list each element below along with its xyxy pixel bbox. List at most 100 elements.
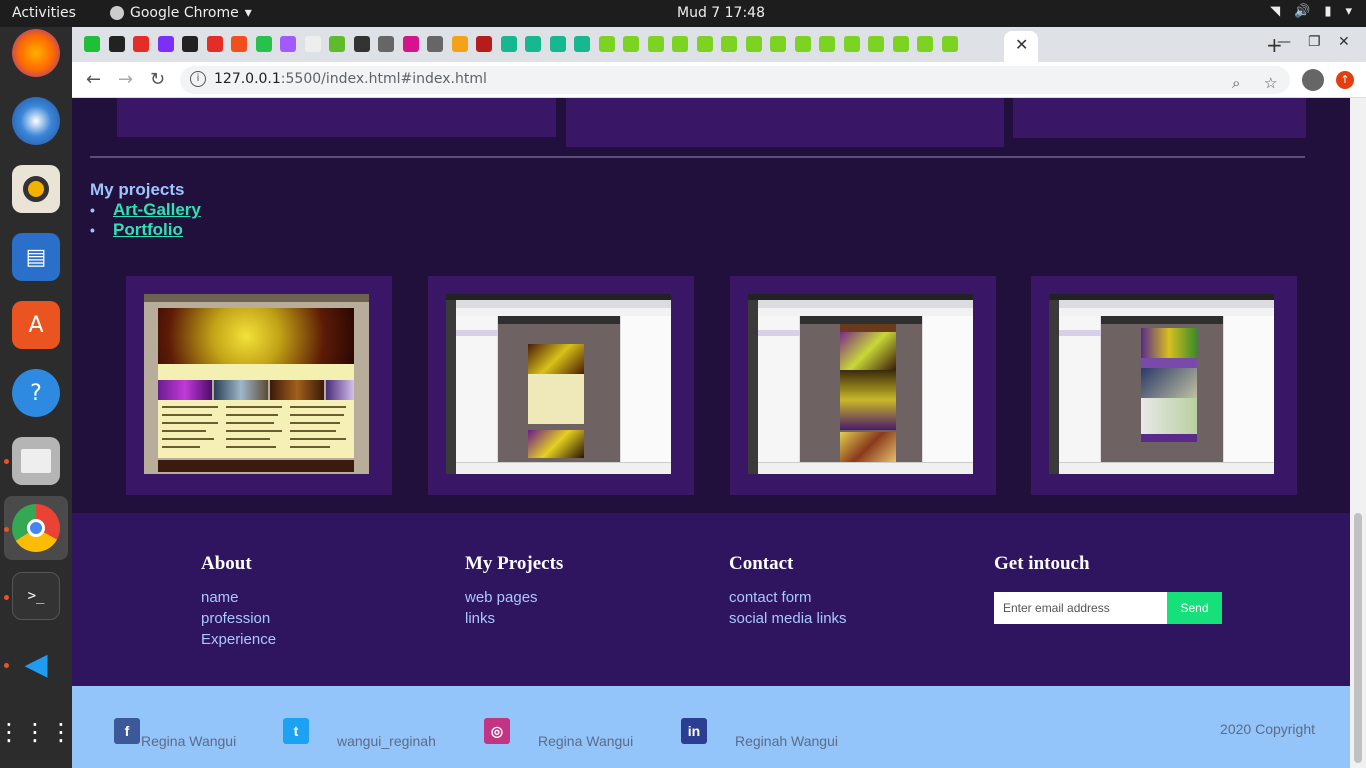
- zoom-icon[interactable]: ⌕: [1232, 74, 1240, 92]
- tab-favicon[interactable]: [672, 36, 688, 52]
- tab-favicon[interactable]: [917, 36, 933, 52]
- project-link-art-gallery[interactable]: Art-Gallery: [113, 200, 201, 219]
- footer-link-links[interactable]: links: [465, 610, 563, 631]
- tab-favicon[interactable]: [868, 36, 884, 52]
- tab-favicon[interactable]: [770, 36, 786, 52]
- tab-favicon[interactable]: [206, 36, 223, 52]
- tab-favicon[interactable]: [819, 36, 835, 52]
- project-card[interactable]: [428, 276, 694, 495]
- tab-favicon[interactable]: [427, 36, 443, 52]
- back-icon[interactable]: ←: [86, 69, 101, 90]
- active-tab[interactable]: ✕: [1004, 31, 1038, 62]
- tab-favicon[interactable]: [304, 36, 321, 52]
- tab-favicon[interactable]: [133, 36, 149, 52]
- close-tab-icon[interactable]: ✕: [1015, 35, 1028, 54]
- extension-icon[interactable]: ↑: [1336, 71, 1354, 89]
- tab-favicon[interactable]: [84, 36, 100, 52]
- chrome-icon: [110, 6, 124, 20]
- firefox-icon[interactable]: [12, 29, 60, 77]
- card: [566, 98, 1004, 147]
- footer-link-contact-form[interactable]: contact form: [729, 589, 847, 610]
- tab-favicon[interactable]: [843, 36, 860, 52]
- footer-link-name[interactable]: name: [201, 589, 276, 610]
- social-name: Reginah Wangui: [735, 733, 838, 749]
- project-card[interactable]: [730, 276, 996, 495]
- tab-favicon[interactable]: [108, 36, 125, 52]
- tab-favicon[interactable]: [623, 36, 639, 52]
- social-linkedin[interactable]: in Reginah Wangui: [681, 718, 851, 749]
- help-icon[interactable]: ?: [12, 369, 60, 417]
- tab-favicon[interactable]: [378, 36, 394, 52]
- tab-favicon[interactable]: [892, 36, 909, 52]
- divider: [90, 156, 1305, 158]
- tab-favicon[interactable]: [231, 36, 247, 52]
- vscode-icon[interactable]: ◀: [12, 640, 60, 688]
- files-icon[interactable]: [12, 437, 60, 485]
- tab-favicon[interactable]: [647, 36, 664, 52]
- footer-heading: My Projects: [465, 553, 564, 574]
- page-scrollbar[interactable]: [1350, 98, 1366, 768]
- maximize-icon[interactable]: ❐: [1308, 34, 1321, 50]
- tab-favicon[interactable]: [353, 36, 370, 52]
- activities-button[interactable]: Activities: [12, 5, 76, 21]
- address-bar[interactable]: i 127.0.0.1:5500/index.html#index.html ⌕…: [180, 66, 1290, 94]
- tab-favicon[interactable]: [721, 36, 737, 52]
- social-name: wangui_reginah: [337, 733, 436, 749]
- profile-avatar[interactable]: [1302, 69, 1324, 91]
- thunderbird-icon[interactable]: [12, 97, 60, 145]
- tab-favicon[interactable]: [157, 36, 174, 52]
- tab-favicon[interactable]: [696, 36, 713, 52]
- tab-favicon[interactable]: [255, 36, 272, 52]
- tab-favicon[interactable]: [451, 36, 468, 52]
- tab-favicon[interactable]: [745, 36, 762, 52]
- writer-icon[interactable]: ▤: [12, 233, 60, 281]
- tab-favicon[interactable]: [574, 36, 590, 52]
- tab-strip: ✕ + — ❐ ✕: [72, 27, 1366, 62]
- card: [117, 98, 556, 137]
- footer-link-social-media[interactable]: social media links: [729, 610, 847, 631]
- rhythmbox-icon[interactable]: [12, 165, 60, 213]
- tab-favicon[interactable]: [941, 36, 958, 52]
- software-center-icon[interactable]: A: [12, 301, 60, 349]
- project-card[interactable]: [126, 276, 392, 495]
- project-screenshot-thumbnail: [446, 294, 671, 474]
- footer-link-profession[interactable]: profession: [201, 610, 276, 631]
- tab-favicon[interactable]: [525, 36, 541, 52]
- tab-favicon[interactable]: [329, 36, 345, 52]
- tab-favicon[interactable]: [280, 36, 296, 52]
- site-info-icon[interactable]: i: [190, 71, 206, 87]
- projects-list: • Art-Gallery • Portfolio: [90, 200, 201, 240]
- url-text: 127.0.0.1:5500/index.html#index.html: [214, 71, 487, 87]
- tab-favicon[interactable]: [402, 36, 419, 52]
- reload-icon[interactable]: ↻: [150, 69, 165, 90]
- forward-icon[interactable]: →: [118, 69, 133, 90]
- email-input[interactable]: [994, 592, 1167, 624]
- social-instagram[interactable]: ◎ Regina Wangui: [484, 718, 644, 749]
- terminal-icon[interactable]: >_: [12, 572, 60, 620]
- clock[interactable]: Mud 7 17:48: [677, 5, 765, 21]
- bookmark-star-icon[interactable]: ☆: [1264, 74, 1277, 92]
- system-tray[interactable]: ◥ 🔊 ▮ ▾: [1270, 4, 1352, 19]
- tab-favicon[interactable]: [598, 36, 615, 52]
- footer-link-experience[interactable]: Experience: [201, 631, 276, 652]
- tab-favicon[interactable]: [549, 36, 566, 52]
- footer-link-web-pages[interactable]: web pages: [465, 589, 563, 610]
- tab-favicon[interactable]: [500, 36, 517, 52]
- footer-my-projects: My Projects web pages links: [465, 553, 563, 631]
- project-card[interactable]: [1031, 276, 1297, 495]
- social-facebook[interactable]: f Regina Wangui: [114, 718, 254, 749]
- chrome-icon[interactable]: [12, 504, 60, 552]
- footer-heading: About: [201, 553, 252, 574]
- close-window-icon[interactable]: ✕: [1338, 34, 1350, 50]
- scrollbar-thumb[interactable]: [1354, 513, 1362, 763]
- social-bar: f Regina Wangui t wangui_reginah ◎ Regin…: [72, 686, 1350, 768]
- send-button[interactable]: Send: [1167, 592, 1222, 624]
- tab-favicon[interactable]: [794, 36, 811, 52]
- project-link-portfolio[interactable]: Portfolio: [113, 220, 183, 239]
- tab-favicon[interactable]: [182, 36, 198, 52]
- app-menu[interactable]: Google Chrome ▾: [110, 5, 252, 21]
- minimize-icon[interactable]: —: [1277, 34, 1291, 50]
- social-twitter[interactable]: t wangui_reginah: [283, 718, 453, 749]
- show-apps-icon[interactable]: ⋮⋮⋮: [0, 708, 73, 756]
- tab-favicon[interactable]: [476, 36, 492, 52]
